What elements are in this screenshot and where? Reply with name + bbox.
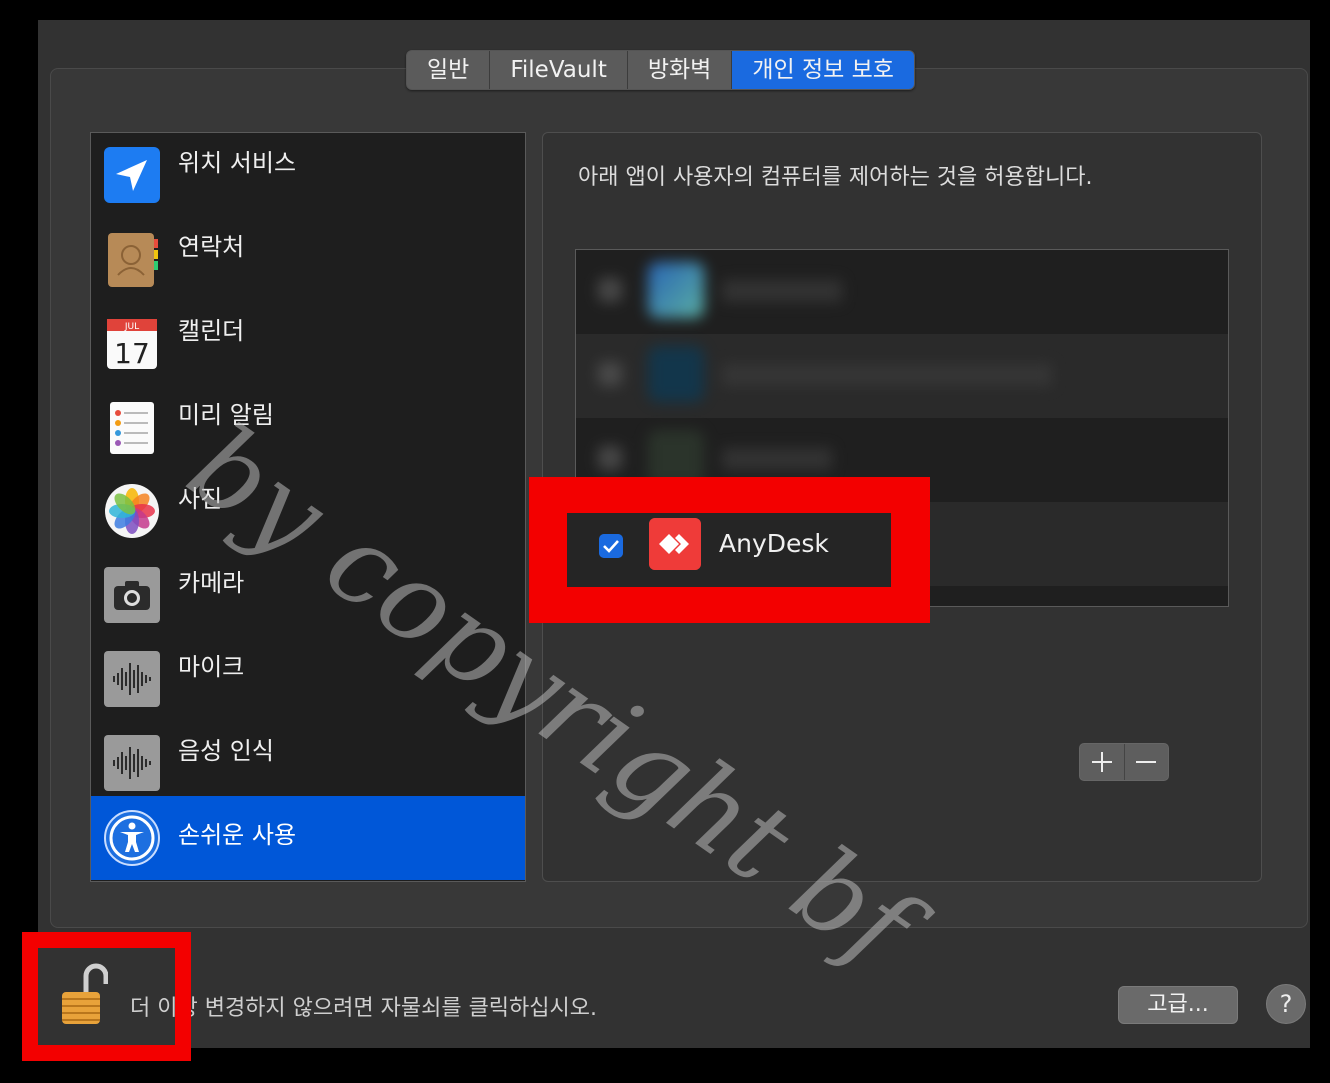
sidebar-item-reminders[interactable]: 미리 알림 (91, 385, 525, 469)
unlocked-padlock-icon[interactable] (56, 962, 108, 1028)
accessibility-icon (104, 810, 160, 866)
lock-hint-text: 더 이상 변경하지 않으려면 자물쇠를 클릭하십시오. (130, 996, 598, 1021)
speech-recognition-waveform-icon (104, 735, 160, 791)
svg-text:JUL: JUL (124, 322, 139, 332)
sidebar-item-calendar[interactable]: JUL 17 캘린더 (91, 301, 525, 385)
sidebar-item-photos[interactable]: 사진 (91, 469, 525, 553)
sidebar-item-microphone[interactable]: 마이크 (91, 637, 525, 721)
add-app-button[interactable] (1080, 744, 1125, 780)
app-label: AnyDesk (719, 529, 829, 558)
calendar-icon: JUL 17 (107, 319, 157, 370)
sidebar-item-location-services[interactable]: 위치 서비스 (91, 133, 525, 217)
app-row-anydesk[interactable]: AnyDesk (567, 513, 891, 587)
sidebar-item-label: 위치 서비스 (178, 149, 297, 177)
sidebar-item-label: 음성 인식 (178, 737, 274, 765)
sidebar-item-label: 사진 (178, 485, 223, 513)
privacy-category-list[interactable]: 위치 서비스 연락처 JUL 17 캘린더 미리 알림 사진 카메라 마이크 음… (90, 132, 526, 882)
photos-flower-icon (105, 484, 159, 538)
tab-general[interactable]: 일반 (407, 51, 491, 89)
contacts-book-icon (108, 233, 158, 287)
app-checkbox-checked[interactable] (599, 534, 623, 558)
camera-icon (104, 567, 160, 623)
sidebar-item-label: 카메라 (178, 569, 245, 597)
help-button[interactable]: ? (1266, 984, 1306, 1024)
app-row[interactable] (576, 250, 1228, 334)
sidebar-item-label: 마이크 (178, 653, 245, 681)
app-label (722, 364, 1052, 386)
sidebar-item-speech-recognition[interactable]: 음성 인식 (91, 721, 525, 805)
app-checkbox[interactable] (598, 446, 622, 470)
advanced-button[interactable]: 고급... (1118, 986, 1238, 1024)
anydesk-icon (649, 518, 701, 570)
plus-icon (1091, 752, 1112, 772)
svg-text:17: 17 (114, 337, 150, 370)
sidebar-item-accessibility[interactable]: 손쉬운 사용 (91, 796, 525, 880)
app-label (722, 448, 832, 470)
sidebar-item-label: 캘린더 (178, 317, 245, 345)
app-checkbox[interactable] (598, 362, 622, 386)
tab-firewall[interactable]: 방화벽 (628, 51, 733, 89)
tab-privacy[interactable]: 개인 정보 보호 (732, 51, 914, 89)
panel-description: 아래 앱이 사용자의 컴퓨터를 제어하는 것을 허용합니다. (578, 165, 1093, 190)
sidebar-item-camera[interactable]: 카메라 (91, 553, 525, 637)
anydesk-highlight-box: AnyDesk (529, 477, 930, 623)
add-remove-buttons (1079, 743, 1169, 781)
sidebar-item-contacts[interactable]: 연락처 (91, 217, 525, 301)
app-icon (648, 346, 704, 402)
microphone-waveform-icon (104, 651, 160, 707)
tab-bar: 일반 FileVault 방화벽 개인 정보 보호 (406, 50, 915, 90)
minus-icon (1136, 761, 1157, 763)
location-arrow-icon (104, 147, 160, 203)
reminders-icon (110, 402, 154, 454)
app-checkbox[interactable] (598, 278, 622, 302)
sidebar-item-label: 연락처 (178, 233, 245, 261)
sidebar-item-label: 미리 알림 (178, 401, 274, 429)
app-icon (648, 262, 704, 318)
sidebar-item-label: 손쉬운 사용 (178, 821, 297, 849)
tab-filevault[interactable]: FileVault (490, 51, 628, 89)
remove-app-button[interactable] (1125, 744, 1169, 780)
app-label (722, 280, 842, 302)
app-row[interactable] (576, 334, 1228, 418)
